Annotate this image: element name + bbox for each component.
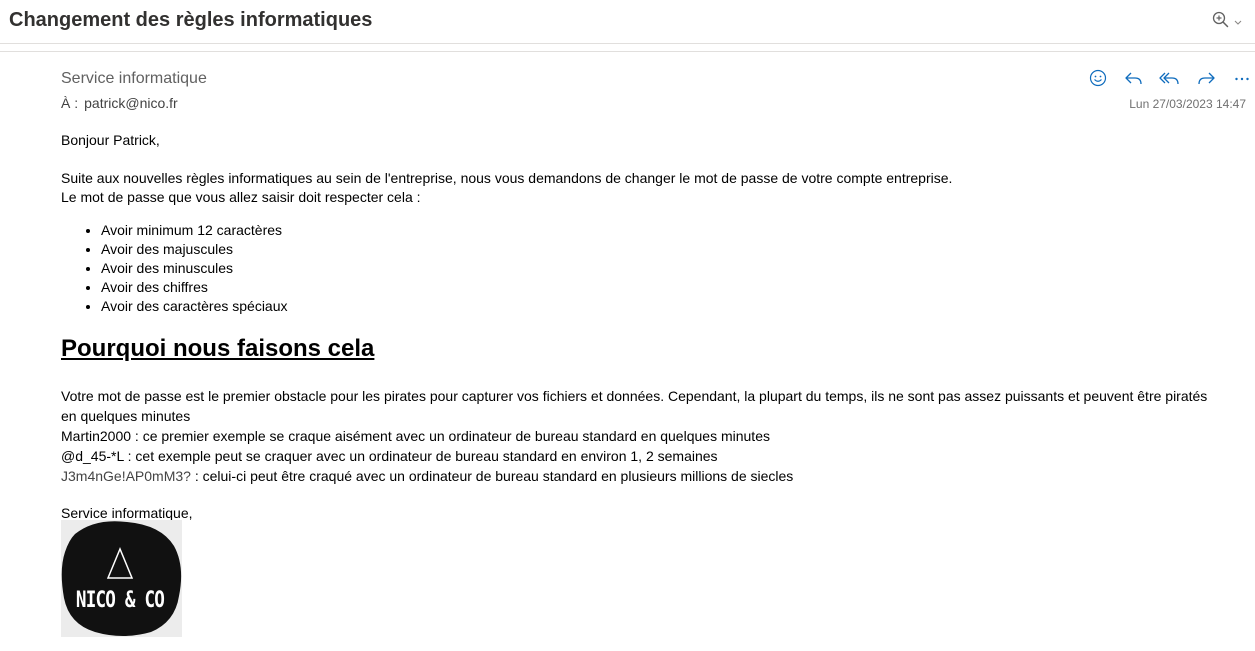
company-logo: NICO & CO (61, 520, 182, 637)
logo-text: NICO & CO (75, 588, 165, 613)
reply-icon (1125, 72, 1142, 85)
reply-all-button[interactable] (1152, 66, 1188, 90)
zoom-icon (1212, 11, 1242, 28)
reply-button[interactable] (1116, 66, 1152, 90)
reply-all-icon (1159, 72, 1179, 85)
email-subject: Changement des règles informatiques (9, 9, 373, 31)
list-item: Avoir des chiffres (101, 278, 1221, 297)
more-button[interactable] (1224, 66, 1255, 90)
list-item: Avoir des caractères spéciaux (101, 297, 1221, 316)
header-divider (0, 43, 1255, 44)
intro-line-1: Suite aux nouvelles règles informatiques… (61, 170, 953, 186)
header-bar: Changement des règles informatiques (0, 0, 1255, 44)
forward-icon (1198, 72, 1215, 85)
password-rules-list: Avoir minimum 12 caractères Avoir des ma… (61, 221, 1221, 316)
greeting: Bonjour Patrick, (61, 132, 160, 148)
recipient-address[interactable]: patrick@nico.fr (84, 95, 178, 111)
email-date: Lun 27/03/2023 14:47 (1129, 97, 1246, 111)
why-paragraph: Votre mot de passe est le premier obstac… (61, 388, 1208, 424)
section-heading: Pourquoi nous faisons cela (61, 335, 375, 362)
email-body: Bonjour Patrick, Suite aux nouvelles règ… (61, 131, 1221, 523)
example-3: J3m4nGe!AP0mM3? : celui-ci peut être cra… (61, 466, 1221, 486)
forward-button[interactable] (1188, 66, 1224, 90)
sender-name[interactable]: Service informatique (61, 70, 207, 88)
section-divider (0, 51, 1255, 52)
zoom-button[interactable] (1211, 10, 1247, 32)
list-item: Avoir des minuscules (101, 259, 1221, 278)
example-3-text: : celui-ci peut être craqué avec un ordi… (190, 468, 794, 484)
example-2: @d_45-*L : cet exemple peut se craquer a… (61, 448, 718, 464)
intro-line-2: Le mot de passe que vous allez saisir do… (61, 189, 421, 205)
to-label: À : (61, 95, 79, 111)
emoji-icon (1089, 69, 1107, 87)
message-actions (1080, 66, 1255, 90)
more-icon (1235, 77, 1249, 81)
recipient-line: À : patrick@nico.fr (61, 95, 178, 111)
example-1: Martin2000 : ce premier exemple se craqu… (61, 428, 770, 444)
emoji-button[interactable] (1080, 66, 1116, 90)
list-item: Avoir des majuscules (101, 240, 1221, 259)
list-item: Avoir minimum 12 caractères (101, 221, 1221, 240)
example-3-password: J3m4nGe!AP0mM3? (61, 468, 191, 484)
signature: Service informatique, (61, 505, 193, 521)
logo-blob (61, 520, 182, 637)
